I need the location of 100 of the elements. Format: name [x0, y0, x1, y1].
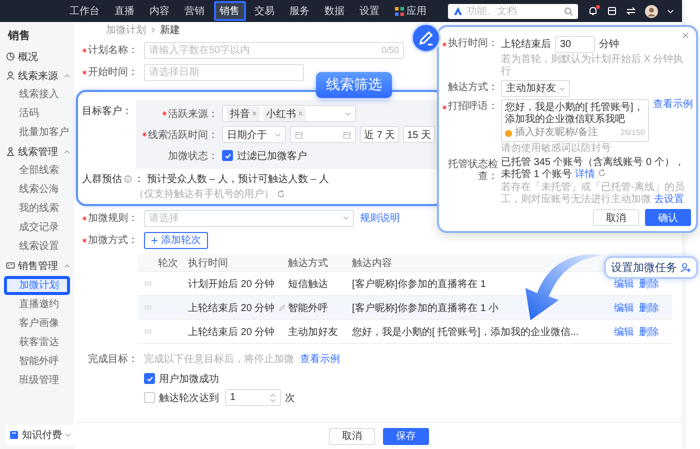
details-link[interactable]: 详情	[574, 169, 595, 180]
source-tag[interactable]: 抖音	[227, 106, 260, 120]
date-mode-select[interactable]: 日期介于	[222, 126, 286, 143]
sidebar-group-label[interactable]: 线索管理	[18, 144, 58, 158]
settings-link[interactable]: 去设置	[654, 194, 684, 205]
sidebar-item[interactable]: 批量加客户	[0, 123, 74, 142]
close-icon[interactable]	[298, 111, 303, 116]
date-field[interactable]: 请选择日期	[144, 64, 304, 80]
sidebar-item[interactable]: 智能外呼	[0, 352, 74, 371]
close-icon[interactable]	[682, 32, 689, 39]
bell-icon[interactable]	[588, 6, 598, 16]
date-range-field[interactable]	[290, 126, 356, 143]
checkbox[interactable]	[222, 150, 233, 161]
nav-tab[interactable]: 销售	[214, 1, 246, 21]
close-icon[interactable]	[252, 111, 257, 116]
edit-link[interactable]: 编辑	[614, 324, 634, 338]
refresh-icon[interactable]	[277, 190, 285, 198]
sidebar-group-label[interactable]: 概况	[18, 50, 38, 64]
nav-tab[interactable]: 工作台	[64, 1, 106, 21]
apps-grid-icon	[394, 6, 404, 16]
add-round-button[interactable]: 添加轮次	[144, 232, 208, 248]
delete-link[interactable]: 删除	[639, 324, 659, 338]
knowledge-pay-button[interactable]: 知识付费	[5, 425, 75, 445]
sidebar-item[interactable]: 客户画像	[0, 314, 74, 333]
stepper-icon[interactable]	[270, 392, 276, 402]
estimate-text: ： 预计受众人数 – 人，预计可触达人数 – 人	[134, 172, 330, 186]
quick-range-button[interactable]: 15 天	[403, 126, 436, 143]
edit-link[interactable]: 编辑	[614, 276, 634, 290]
delete-link[interactable]: 删除	[639, 300, 659, 314]
quick-range-button[interactable]: 近 7 天	[360, 126, 400, 143]
field-label: 加微规则：	[88, 212, 138, 225]
cancel-button[interactable]: 取消	[593, 209, 639, 226]
nav-tab[interactable]: 应用	[388, 1, 432, 21]
sidebar-group-label[interactable]: 销售管理	[18, 258, 58, 272]
sidebar-item[interactable]: 线索设置	[0, 237, 74, 256]
delete-link[interactable]: 删除	[639, 276, 659, 290]
greeting-textarea[interactable]: 您好，我是小鹅的[ 托管账号]，添加我的企业微信联系我吧 插入好友昵称/备注 26/150	[501, 99, 649, 142]
column-header: 轮次	[158, 256, 179, 270]
add-person-icon	[680, 262, 691, 273]
confirm-button[interactable]: 确认	[645, 209, 691, 226]
sidebar-item[interactable]: 直播邀约	[0, 295, 74, 314]
drag-handle-icon[interactable]	[144, 329, 152, 334]
person-icon	[6, 71, 15, 80]
sidebar-item[interactable]: 班级管理	[0, 371, 74, 390]
field-label: 开始时间：	[88, 66, 138, 79]
nav-tab[interactable]: 直播	[108, 1, 140, 21]
example-link[interactable]: 查看示例	[300, 352, 340, 366]
source-select[interactable]: 抖音 小红书	[222, 105, 356, 122]
checkbox[interactable]	[144, 373, 155, 384]
sidebar-item[interactable]: 获客雷达	[0, 333, 74, 352]
drag-handle-icon[interactable]	[144, 281, 152, 286]
swap-icon[interactable]	[626, 6, 636, 16]
edit-link[interactable]: 编辑	[614, 300, 634, 314]
rule-link[interactable]: 规则说明	[360, 211, 400, 225]
number-input[interactable]: 1	[230, 391, 267, 404]
minutes-input[interactable]: 30	[560, 38, 590, 51]
sidebar-item[interactable]: 全部线索	[0, 161, 74, 180]
sidebar-item[interactable]: 活码	[0, 104, 74, 123]
field-label: 目标客户：	[82, 104, 133, 118]
rule-select[interactable]: 请选择	[144, 210, 354, 226]
date-input[interactable]: 请选择日期	[149, 66, 299, 78]
nav-tab[interactable]: 营销	[178, 1, 210, 21]
source-tag[interactable]: 小红书	[263, 106, 306, 120]
insert-nickname-link[interactable]: 插入好友昵称/备注	[515, 127, 598, 139]
field-label: 打招呼语：	[448, 101, 498, 113]
pencil-icon[interactable]	[278, 304, 286, 312]
save-button[interactable]: 保存	[383, 428, 429, 444]
rule-input[interactable]: 请选择	[149, 212, 340, 224]
checkbox[interactable]	[144, 392, 155, 403]
channel-select[interactable]: 主动加好友	[501, 80, 570, 97]
plan-name-input[interactable]: 请输入字数在50字以内	[149, 44, 378, 56]
cancel-button[interactable]: 取消	[329, 428, 375, 444]
avatar-icon[interactable]	[645, 4, 658, 18]
sidebar-item[interactable]: 加微计划	[4, 276, 70, 295]
nav-tab[interactable]: 交易	[248, 1, 280, 21]
callout-text: 设置加微任务	[611, 261, 677, 275]
column-header: 执行时间	[188, 256, 229, 270]
plus-icon	[151, 236, 158, 244]
example-link[interactable]: 查看示例	[653, 99, 693, 111]
nav-tab[interactable]: 数据	[318, 1, 350, 21]
nav-tab[interactable]: 服务	[284, 1, 316, 21]
char-counter: 26/150	[620, 127, 645, 139]
field-label: 线索活跃时间：	[148, 128, 218, 142]
breadcrumb-link[interactable]: 加微计划	[106, 23, 146, 37]
drag-handle-icon[interactable]	[144, 305, 152, 310]
sidebar-item[interactable]: 我的线索	[0, 199, 74, 218]
sidebar-item[interactable]: 线索接入	[0, 85, 74, 104]
sidebar-group-label[interactable]: 线索来源	[18, 68, 58, 82]
table-cell-text: 计划开始后 20 分钟	[188, 278, 275, 290]
number-field[interactable]: 1	[225, 389, 281, 406]
minutes-field[interactable]: 30	[555, 36, 595, 53]
box-icon[interactable]	[607, 6, 617, 16]
sidebar-item[interactable]: 成交记录	[0, 218, 74, 237]
info-icon	[124, 175, 132, 183]
refresh-icon[interactable]	[598, 169, 606, 177]
sidebar-item[interactable]: 线索公海	[0, 180, 74, 199]
unit-label: 分钟	[599, 38, 619, 50]
nav-tab[interactable]: 设置	[354, 1, 386, 21]
nav-tab[interactable]: 内容	[144, 1, 176, 21]
search-field[interactable]: 功能、文档	[448, 4, 578, 18]
